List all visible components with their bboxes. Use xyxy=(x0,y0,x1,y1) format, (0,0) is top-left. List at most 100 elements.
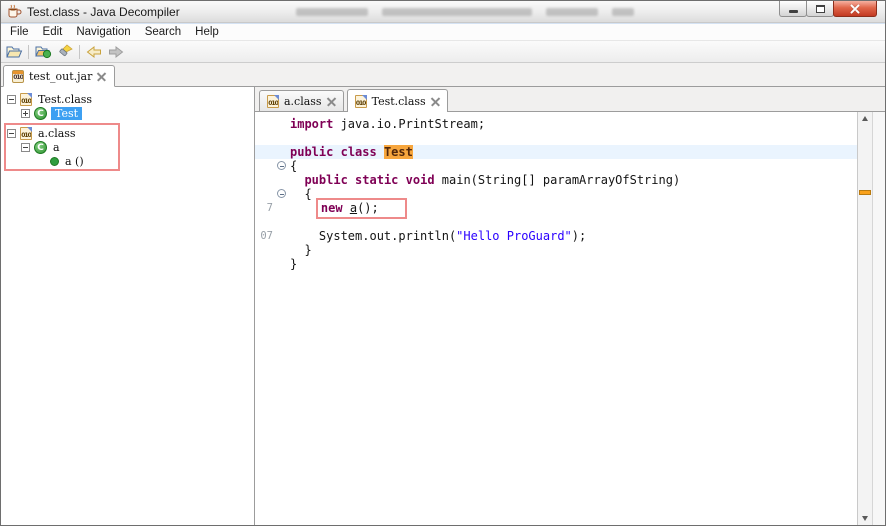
expand-toggle-icon[interactable] xyxy=(21,108,30,118)
class-file-icon xyxy=(20,126,32,140)
code-seg: public xyxy=(290,145,334,159)
editor-tab-Test-class[interactable]: Test.class xyxy=(346,89,448,112)
editor-body: import java.io.PrintStream; public class … xyxy=(255,112,885,525)
editor-panel: a.class Test.class import java.io.PrintSt… xyxy=(255,87,885,525)
code-line: import java.io.PrintStream; xyxy=(290,117,857,131)
fold-margin xyxy=(275,159,290,173)
code-seg: public xyxy=(304,173,348,187)
scroll-down-icon[interactable] xyxy=(862,516,868,521)
code-row: { xyxy=(255,159,857,173)
open-file-button[interactable] xyxy=(4,43,24,61)
scroll-up-icon[interactable] xyxy=(862,116,868,121)
editor-tab-label: Test.class xyxy=(371,94,426,108)
toolbar-separator xyxy=(79,44,80,59)
code-row: import java.io.PrintStream; xyxy=(255,117,857,131)
code-line: System.out.println("Hello ProGuard"); xyxy=(290,229,857,243)
tree-row[interactable]: a () xyxy=(1,154,254,168)
code-seg xyxy=(333,145,340,159)
occurrence-marker[interactable] xyxy=(859,190,871,195)
class-file-icon xyxy=(20,92,32,106)
editor-tab-label: a.class xyxy=(284,94,322,108)
open-type-icon xyxy=(34,46,51,59)
tree-item-label: Test xyxy=(51,106,83,120)
toolbar-separator xyxy=(28,44,29,59)
tree-row[interactable]: a.class xyxy=(1,126,254,140)
class-icon xyxy=(34,106,47,120)
maximize-button[interactable] xyxy=(806,1,834,17)
menu-item-help[interactable]: Help xyxy=(188,26,226,38)
collapse-toggle-icon[interactable] xyxy=(7,94,16,104)
code-row: } xyxy=(255,243,857,257)
main-content: Test.classTesta.classaa () a.classTest.c… xyxy=(1,87,885,525)
code-line: { xyxy=(290,159,857,173)
forward-arrow-icon xyxy=(109,45,124,58)
open-type-button[interactable] xyxy=(33,43,53,61)
code-seg: import xyxy=(290,117,334,131)
back-button[interactable] xyxy=(84,43,104,61)
code-row: } xyxy=(255,257,857,271)
menu-item-search[interactable]: Search xyxy=(138,26,188,38)
fold-margin xyxy=(275,131,290,145)
fold-collapse-icon[interactable] xyxy=(277,189,286,198)
code-seg: java.io.PrintStream; xyxy=(333,117,486,131)
fold-margin xyxy=(275,215,290,229)
title-bar: Test.class - Java Decompiler xyxy=(1,1,885,23)
back-arrow-icon xyxy=(86,45,101,58)
workspace-tab-bar: test_out.jar xyxy=(1,63,885,87)
code-row: public class Test xyxy=(255,145,857,159)
tree-row[interactable]: Test xyxy=(1,106,254,120)
tree-row[interactable]: Test.class xyxy=(1,92,254,106)
tree-item-label: Test.class xyxy=(38,92,93,106)
close-icon xyxy=(850,4,860,14)
code-seg: (); xyxy=(357,201,379,215)
menu-item-navigation[interactable]: Navigation xyxy=(69,26,137,38)
toolbar xyxy=(1,41,885,63)
tree-row[interactable]: a xyxy=(1,140,254,154)
workspace-tab-label: test_out.jar xyxy=(29,69,93,83)
code-seg: { xyxy=(290,187,312,201)
close-tab-icon[interactable] xyxy=(97,72,106,81)
class-file-icon xyxy=(354,94,367,108)
code-seg xyxy=(343,201,350,215)
overview-ruler xyxy=(872,112,885,525)
vertical-scrollbar[interactable] xyxy=(857,112,872,525)
code-area[interactable]: import java.io.PrintStream; public class … xyxy=(255,112,857,525)
code-seg: } xyxy=(290,257,298,271)
fold-margin xyxy=(275,257,290,271)
code-row: 7 new a(); xyxy=(255,198,857,219)
code-seg: ); xyxy=(571,229,587,243)
code-seg xyxy=(398,173,405,187)
java-decompiler-app-icon xyxy=(6,4,22,19)
menu-item-edit[interactable]: Edit xyxy=(36,26,70,38)
editor-tab-a-class[interactable]: a.class xyxy=(259,90,344,111)
code-seg: } xyxy=(290,243,312,257)
code-row xyxy=(255,131,857,145)
tab-test-out-jar[interactable]: test_out.jar xyxy=(3,65,116,87)
close-tab-icon[interactable] xyxy=(431,97,440,106)
gutter-line-number: 07 xyxy=(255,230,275,242)
collapse-toggle-icon[interactable] xyxy=(7,128,16,138)
fold-margin xyxy=(275,145,290,159)
fold-margin xyxy=(275,229,290,243)
tree-item-label: a.class xyxy=(38,126,76,140)
code-seg xyxy=(377,145,384,159)
tree-item-label: a xyxy=(53,140,60,154)
collapse-toggle-icon[interactable] xyxy=(21,142,30,152)
close-button[interactable] xyxy=(833,1,877,17)
code-seg: static xyxy=(355,173,399,187)
search-button[interactable] xyxy=(55,43,75,61)
close-tab-icon[interactable] xyxy=(327,97,336,106)
fold-margin xyxy=(275,243,290,257)
app-window: Test.class - Java Decompiler File Edit Nav… xyxy=(0,0,886,526)
forward-button[interactable] xyxy=(106,43,126,61)
code-line: public static void main(String[] paramAr… xyxy=(290,173,857,187)
code-seg: void xyxy=(405,173,435,187)
fold-collapse-icon[interactable] xyxy=(277,161,286,170)
fold-margin xyxy=(275,201,290,215)
menu-item-file[interactable]: File xyxy=(3,26,36,38)
window-controls xyxy=(779,1,877,17)
method-icon xyxy=(50,156,59,166)
class-tree-panel: Test.classTest a.classa a () xyxy=(1,87,255,525)
code-seg: new xyxy=(320,201,343,215)
minimize-button[interactable] xyxy=(779,1,807,17)
